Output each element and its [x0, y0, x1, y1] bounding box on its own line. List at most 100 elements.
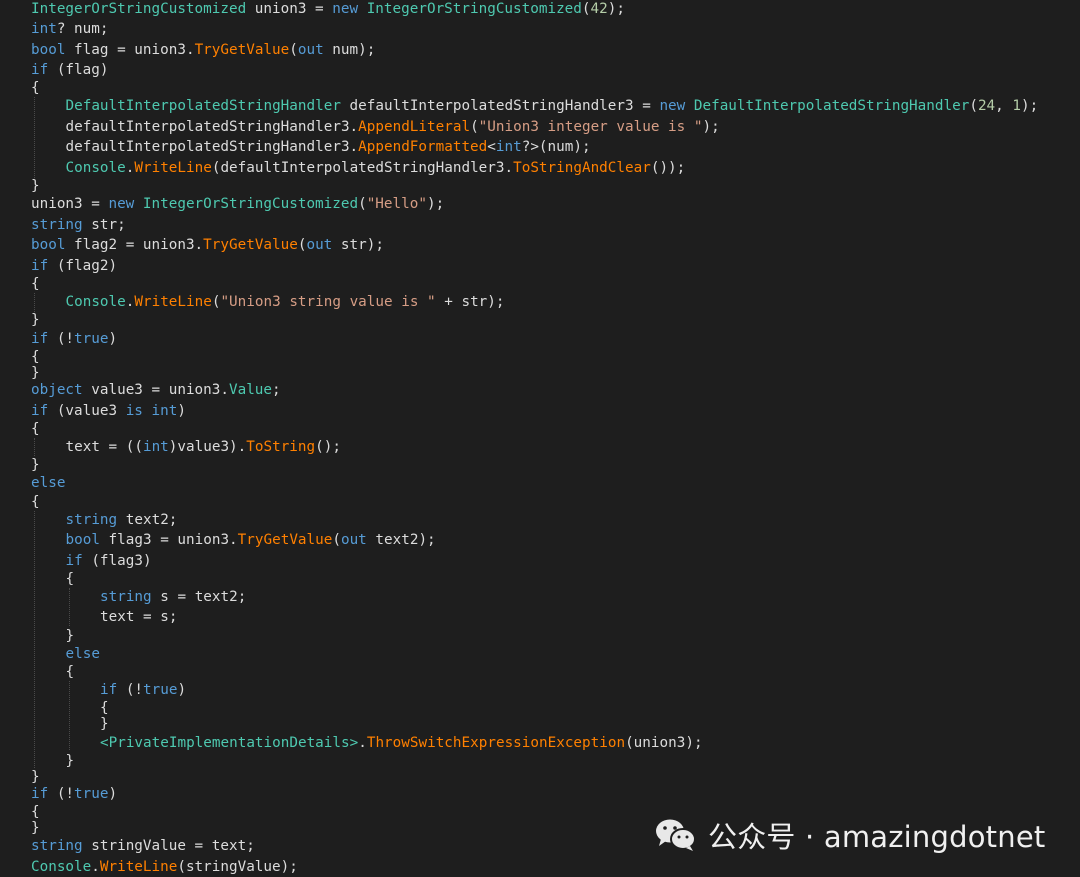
- code-token: union3 =: [246, 1, 333, 17]
- code-line[interactable]: }: [100, 715, 109, 733]
- code-line[interactable]: }: [31, 177, 40, 195]
- code-line[interactable]: if (!true): [31, 785, 117, 803]
- code-editor[interactable]: IntegerOrStringCustomized union3 = new I…: [0, 0, 1080, 877]
- code-line[interactable]: }: [31, 456, 40, 474]
- code-line[interactable]: if (!true): [31, 330, 117, 348]
- code-token: (: [358, 196, 367, 212]
- code-token: (!: [48, 786, 75, 802]
- code-token: out: [340, 532, 367, 548]
- code-token: (!: [48, 331, 75, 347]
- indent-guide: [34, 438, 35, 456]
- code-line[interactable]: union3 = new IntegerOrStringCustomized("…: [31, 195, 444, 213]
- code-line[interactable]: }: [31, 819, 40, 837]
- code-line[interactable]: {: [31, 79, 40, 97]
- code-line[interactable]: defaultInterpolatedStringHandler3.Append…: [66, 118, 720, 136]
- code-token: out: [297, 42, 324, 58]
- code-token: "Hello": [366, 196, 427, 212]
- code-token: union3 =: [31, 196, 109, 212]
- code-line[interactable]: }: [66, 627, 75, 645]
- code-line[interactable]: int? num;: [31, 20, 108, 38]
- code-line[interactable]: if (flag): [31, 61, 108, 79]
- code-line[interactable]: else: [66, 645, 100, 663]
- code-line[interactable]: text = s;: [100, 608, 177, 626]
- code-token: ? num;: [56, 21, 109, 37]
- code-line[interactable]: {: [31, 275, 40, 293]
- code-token: ;: [272, 382, 281, 398]
- code-token: DefaultInterpolatedStringHandler: [693, 98, 970, 114]
- code-line[interactable]: IntegerOrStringCustomized union3 = new I…: [31, 0, 625, 18]
- code-token: .: [358, 735, 367, 751]
- code-token: .: [91, 859, 100, 875]
- code-line[interactable]: string stringValue = text;: [31, 837, 255, 855]
- indent-guide: [34, 97, 35, 178]
- code-line[interactable]: string s = text2;: [100, 588, 246, 606]
- indent-guide: [69, 681, 70, 750]
- code-token: string: [100, 589, 152, 605]
- code-line[interactable]: DefaultInterpolatedStringHandler default…: [66, 97, 1039, 115]
- code-token: TryGetValue: [194, 42, 290, 58]
- code-line[interactable]: bool flag3 = union3.TryGetValue(out text…: [66, 531, 436, 549]
- code-token: if: [31, 258, 49, 274]
- code-token: }: [65, 628, 75, 644]
- code-line[interactable]: string str;: [31, 216, 126, 234]
- code-line[interactable]: bool flag2 = union3.TryGetValue(out str)…: [31, 236, 384, 254]
- code-token: text2;: [117, 512, 178, 528]
- code-token: IntegerOrStringCustomized: [142, 196, 359, 212]
- code-token: bool: [31, 237, 66, 253]
- code-token: AppendLiteral: [358, 119, 471, 135]
- code-token: <PrivateImplementationDetails>: [100, 735, 359, 751]
- code-token: }: [31, 769, 40, 785]
- code-token: (!: [117, 682, 144, 698]
- code-line[interactable]: {: [66, 663, 75, 681]
- code-token: WriteLine: [134, 294, 212, 310]
- code-token: 1: [1012, 98, 1021, 114]
- code-token: int: [31, 21, 57, 37]
- code-line[interactable]: <PrivateImplementationDetails>.ThrowSwit…: [100, 734, 703, 752]
- code-line[interactable]: {: [31, 420, 40, 438]
- code-line[interactable]: string text2;: [66, 511, 178, 529]
- code-line[interactable]: Console.WriteLine(stringValue);: [31, 858, 298, 876]
- code-line[interactable]: text = ((int)value3).ToString();: [66, 438, 341, 456]
- code-line[interactable]: {: [31, 493, 40, 511]
- code-line[interactable]: Console.WriteLine(defaultInterpolatedStr…: [66, 159, 686, 177]
- code-token: new: [659, 98, 686, 114]
- code-token: (flag2): [48, 258, 118, 274]
- code-line[interactable]: defaultInterpolatedStringHandler3.Append…: [66, 138, 591, 156]
- code-token: {: [31, 804, 40, 820]
- code-token: Console: [65, 294, 126, 310]
- code-line[interactable]: }: [31, 768, 40, 786]
- code-token: ): [108, 786, 118, 802]
- code-token: "Union3 string value is ": [220, 294, 436, 310]
- code-line[interactable]: Console.WriteLine("Union3 string value i…: [66, 293, 505, 311]
- code-line[interactable]: }: [66, 752, 75, 770]
- code-token: (stringValue);: [177, 859, 298, 875]
- code-token: new: [332, 1, 359, 17]
- code-token: ?>(num);: [521, 139, 591, 155]
- code-line[interactable]: if (value3 is int): [31, 402, 186, 420]
- wechat-icon: [654, 817, 698, 853]
- code-line[interactable]: }: [31, 311, 40, 329]
- code-token: {: [100, 700, 109, 716]
- code-line[interactable]: object value3 = union3.Value;: [31, 381, 281, 399]
- code-token: int: [142, 439, 169, 455]
- code-token: if: [100, 682, 118, 698]
- code-token: TryGetValue: [203, 237, 298, 253]
- code-line[interactable]: else: [31, 474, 65, 492]
- code-line[interactable]: if (!true): [100, 681, 186, 699]
- code-token: {: [65, 571, 75, 587]
- code-line[interactable]: if (flag2): [31, 257, 117, 275]
- code-line[interactable]: }: [31, 364, 40, 382]
- code-token: {: [31, 80, 40, 96]
- code-token: true: [74, 786, 109, 802]
- code-token: WriteLine: [99, 859, 178, 875]
- code-token: else: [65, 646, 100, 662]
- code-token: flag = union3.: [65, 42, 195, 58]
- code-line[interactable]: {: [66, 570, 75, 588]
- code-token: ToString: [246, 439, 316, 455]
- code-token: (: [332, 532, 341, 548]
- code-token: }: [31, 365, 40, 381]
- code-line[interactable]: if (flag3): [66, 552, 152, 570]
- code-line[interactable]: bool flag = union3.TryGetValue(out num);: [31, 41, 375, 59]
